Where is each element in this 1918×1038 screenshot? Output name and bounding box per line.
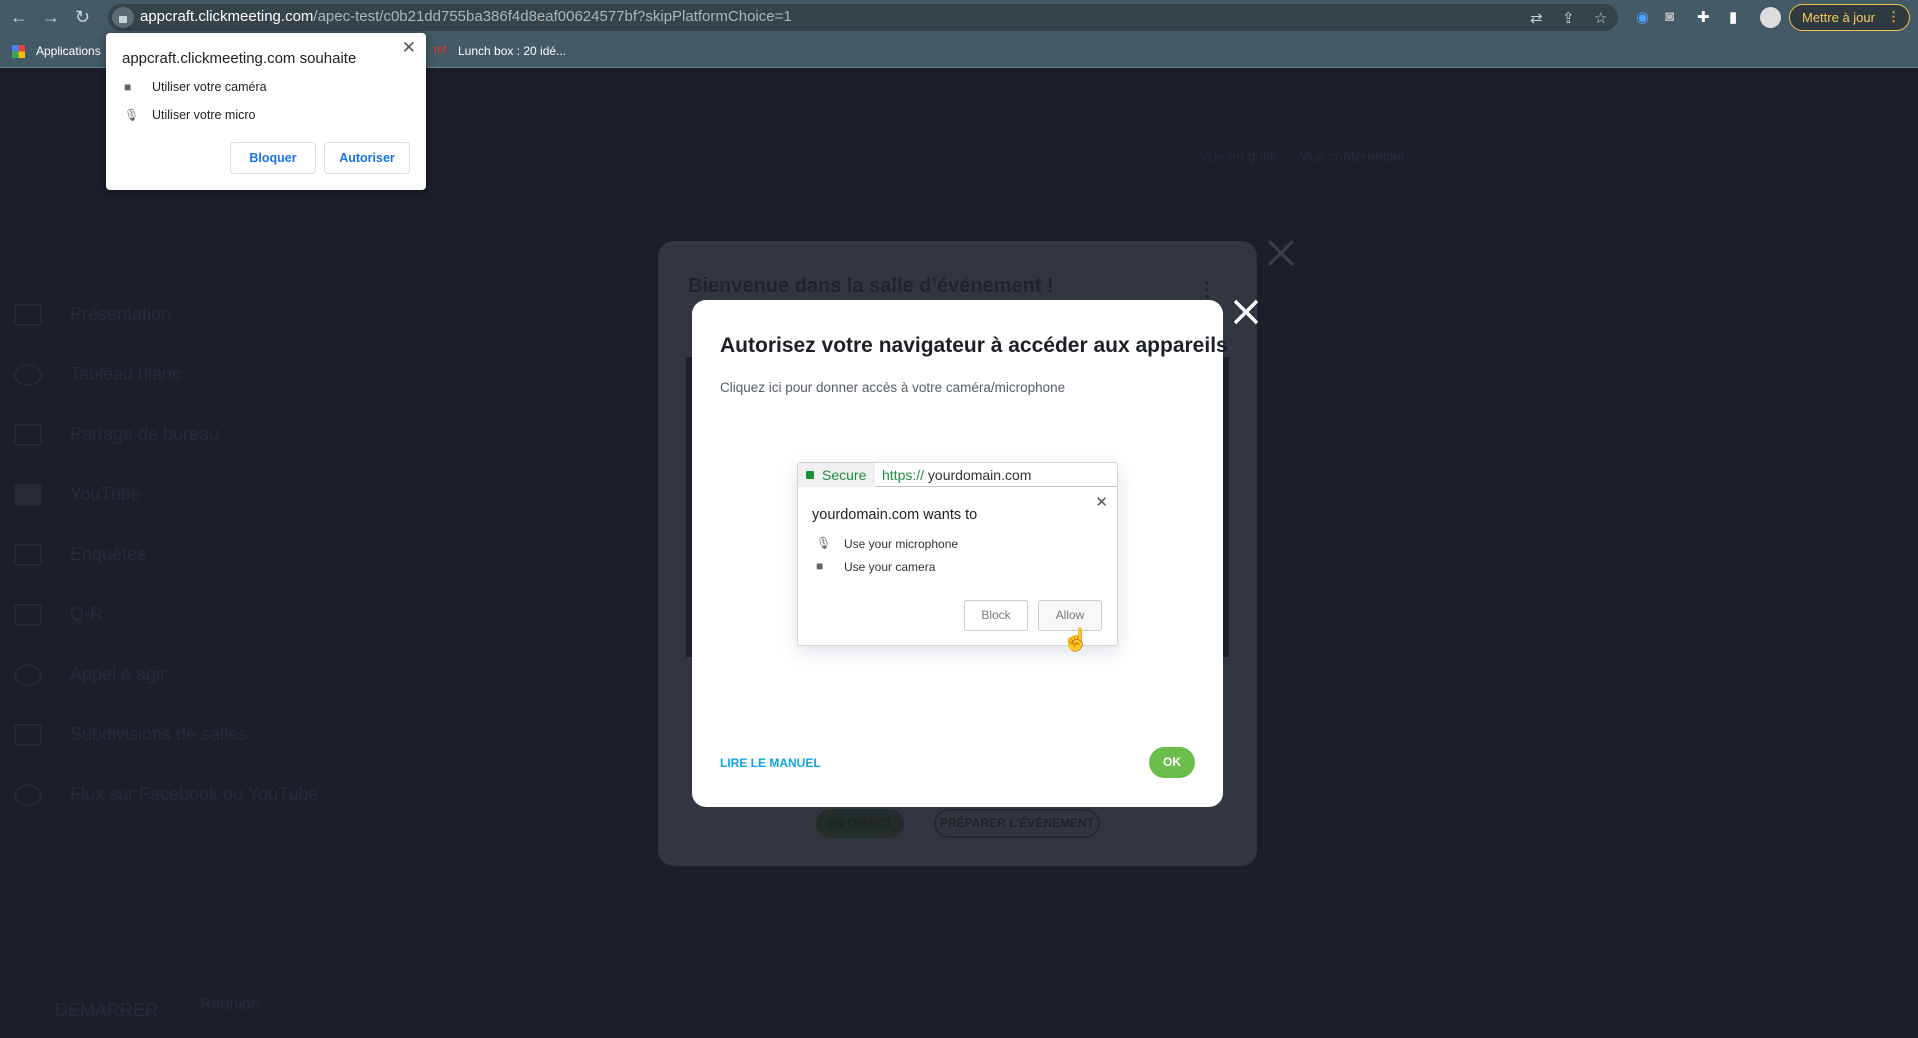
sidebar-item[interactable]: Appel à agir [70, 664, 166, 685]
illustration-block: Block [964, 600, 1028, 631]
bookmark-lunch-box[interactable]: Lunch box : 20 idé... [458, 44, 566, 58]
permission-title: appcraft.clickmeeting.com souhaite [122, 50, 357, 67]
apps-grid-icon[interactable] [12, 45, 25, 58]
sidebar-item[interactable]: Subdivisions de salles [70, 724, 247, 745]
reload-icon[interactable]: ↻ [75, 7, 90, 28]
address-bar[interactable]: appcraft.clickmeeting.com/apec-test/c0b2… [108, 4, 1618, 31]
browser-permission-popup: appcraft.clickmeeting.com souhaite ✕ ■ U… [106, 33, 426, 190]
device-access-modal: Autorisez votre navigateur à accéder aux… [692, 300, 1228, 807]
allow-button[interactable]: Autoriser [324, 142, 410, 174]
lock-icon[interactable] [112, 7, 134, 28]
close-event-modal-icon[interactable] [1266, 238, 1296, 268]
update-button[interactable]: Mettre à jour ⋮ [1789, 4, 1910, 31]
permission-camera: Utiliser votre caméra [152, 80, 267, 94]
forward-icon[interactable]: → [42, 7, 60, 28]
prepare-event-button[interactable]: PRÉPARER L'ÉVÉNEMENT [934, 809, 1100, 838]
close-icon: ✕ [1095, 494, 1108, 511]
back-icon[interactable]: ← [10, 7, 28, 28]
start-button[interactable]: DÉMARRER [55, 1000, 158, 1021]
sidepanel-icon[interactable]: ▮ [1729, 8, 1737, 26]
sidebar-item[interactable]: Présentation [70, 304, 171, 325]
youtube-icon [14, 484, 42, 506]
secure-label: Secure [822, 467, 867, 483]
bookmark-applications[interactable]: Applications [36, 44, 101, 58]
menu-icon[interactable]: ⋮ [1887, 9, 1900, 25]
block-button[interactable]: Bloquer [230, 142, 316, 174]
avatar[interactable] [1760, 7, 1781, 28]
share-icon[interactable]: ⇪ [1562, 9, 1575, 27]
sidebar-item[interactable]: Partage de bureau [70, 424, 219, 445]
microphone-icon: 🎙 [124, 108, 140, 122]
browser-toolbar: ← → ↻ appcraft.clickmeeting.com/apec-tes… [0, 0, 1918, 34]
event-modal-title: Bienvenue dans la salle d’événement ! [688, 275, 1054, 297]
more-icon[interactable]: ⋮ [1197, 277, 1217, 302]
view-speaker[interactable]: Vue conférencier [1300, 148, 1405, 164]
translate-icon[interactable]: ⇄ [1530, 9, 1543, 27]
sidebar-item[interactable]: Flux sur Facebook ou YouTube [70, 784, 319, 805]
close-device-modal-icon[interactable] [1232, 298, 1260, 326]
extensions-icon[interactable]: ✚ [1697, 8, 1710, 26]
illustration-url: https:// yourdomain.com [882, 467, 1032, 483]
sidebar-item[interactable]: Q-R [70, 604, 103, 625]
camera-extension-icon[interactable]: ◙ [1665, 8, 1674, 25]
url-text: appcraft.clickmeeting.com/apec-test/c0b2… [140, 8, 792, 25]
sidebar-item[interactable]: YouTube [70, 484, 141, 505]
presentation-icon [14, 304, 42, 326]
modal-title: Autorisez votre navigateur à accéder aux… [720, 334, 1228, 357]
stream-icon [14, 784, 42, 806]
illustration-mic: Use your microphone [844, 537, 959, 551]
sidebar-item[interactable]: Tableau blanc [70, 364, 181, 385]
breakout-icon [14, 724, 42, 746]
permission-micro: Utiliser votre micro [152, 108, 256, 122]
cta-icon [14, 664, 42, 686]
view-grid[interactable]: Vue en grille [1200, 148, 1277, 164]
camera-icon: ■ [816, 559, 824, 573]
whiteboard-icon [14, 364, 42, 386]
microphone-icon: 🎙 [816, 536, 832, 550]
bookmark-favicon: mf [434, 44, 447, 56]
live-button[interactable]: EN DIRECT [816, 809, 904, 838]
ok-button[interactable]: OK [1149, 747, 1195, 778]
polls-icon [14, 544, 42, 566]
close-icon[interactable]: ✕ [402, 38, 416, 58]
screen-share-icon [14, 424, 42, 446]
camera-icon: ■ [124, 80, 132, 94]
sidebar-item[interactable]: Enquêtes [70, 544, 146, 565]
meeting-label: Réunion [200, 996, 260, 1013]
star-icon[interactable]: ☆ [1594, 9, 1607, 27]
read-manual-link[interactable]: LIRE LE MANUEL [720, 756, 821, 770]
hand-cursor-icon: ☝ [1062, 627, 1090, 652]
lock-icon [806, 471, 814, 479]
qa-icon [14, 604, 42, 626]
permission-illustration: Secure https:// yourdomain.com ✕ yourdom… [797, 462, 1118, 652]
illustration-camera: Use your camera [844, 560, 936, 574]
modal-subtitle[interactable]: Cliquez ici pour donner accès à votre ca… [720, 380, 1065, 395]
illustration-heading: yourdomain.com wants to [812, 507, 978, 523]
password-manager-icon[interactable]: ◉ [1636, 8, 1649, 26]
